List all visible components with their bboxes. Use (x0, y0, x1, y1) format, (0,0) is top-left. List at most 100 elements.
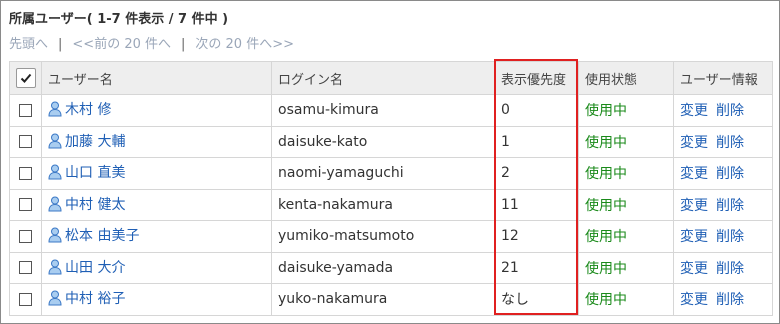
delete-link[interactable]: 削除 (716, 292, 744, 308)
row-checkbox-cell (9, 251, 42, 284)
row-checkbox-cell (9, 188, 42, 221)
user-name-link[interactable]: 加藤 大輔 (48, 131, 125, 151)
column-header-display-priority[interactable]: 表示優先度 (494, 61, 579, 95)
delete-link[interactable]: 削除 (716, 103, 744, 119)
delete-link[interactable]: 削除 (716, 166, 744, 182)
table-body: 木村 修 osamu-kimura 0 使用中 変更 削除 加藤 大輔 daisu… (9, 94, 773, 316)
column-header-user-name[interactable]: ユーザー名 (41, 61, 272, 95)
edit-link[interactable]: 変更 (680, 166, 708, 182)
user-info-actions-cell: 変更 削除 (673, 157, 773, 190)
user-icon (48, 259, 62, 275)
user-name-text: 加藤 大輔 (65, 133, 126, 150)
select-all-cell (9, 61, 42, 95)
edit-link[interactable]: 変更 (680, 261, 708, 277)
delete-link[interactable]: 削除 (716, 135, 744, 151)
delete-link[interactable]: 削除 (716, 198, 744, 214)
user-info-actions-cell: 変更 削除 (673, 220, 773, 253)
display-priority-cell: 2 (494, 157, 579, 190)
pager-divider: | (58, 37, 63, 52)
login-name-cell: osamu-kimura (271, 94, 495, 127)
status-cell: 使用中 (578, 94, 674, 127)
user-name-link[interactable]: 中村 健太 (48, 194, 125, 214)
row-checkbox-cell (9, 94, 42, 127)
status-cell: 使用中 (578, 125, 674, 158)
login-name-cell: yuko-nakamura (271, 283, 495, 316)
user-name-cell: 松本 由美子 (41, 220, 272, 253)
user-name-link[interactable]: 山口 直美 (48, 162, 125, 182)
user-icon (48, 101, 62, 117)
user-name-cell: 山田 大介 (41, 251, 272, 284)
user-info-actions-cell: 変更 削除 (673, 188, 773, 221)
row-checkbox[interactable] (19, 292, 32, 306)
user-icon (48, 196, 62, 212)
table-header-row: ユーザー名 ログイン名 表示優先度 使用状態 ユーザー情報 (9, 61, 773, 95)
user-name-text: 中村 健太 (65, 196, 126, 213)
table-row: 木村 修 osamu-kimura 0 使用中 変更 削除 (9, 94, 773, 127)
edit-link[interactable]: 変更 (680, 198, 708, 214)
user-icon (48, 227, 62, 243)
column-header-login-name[interactable]: ログイン名 (271, 61, 495, 95)
edit-link[interactable]: 変更 (680, 135, 708, 151)
select-all-checkbox[interactable] (15, 68, 36, 88)
login-name-cell: naomi-yamaguchi (271, 157, 495, 190)
row-checkbox[interactable] (19, 229, 32, 243)
display-priority-cell: 12 (494, 220, 579, 253)
login-name-cell: yumiko-matsumoto (271, 220, 495, 253)
user-info-actions-cell: 変更 削除 (673, 283, 773, 316)
table-row: 中村 健太 kenta-nakamura 11 使用中 変更 削除 (9, 188, 773, 221)
user-name-text: 山口 直美 (65, 165, 126, 182)
row-checkbox-cell (9, 220, 42, 253)
status-cell: 使用中 (578, 251, 674, 284)
user-name-link[interactable]: 松本 由美子 (48, 225, 139, 245)
pager-divider: | (181, 37, 186, 52)
row-checkbox[interactable] (19, 261, 32, 275)
user-name-link[interactable]: 中村 裕子 (48, 288, 125, 308)
page-title: 所属ユーザー( 1-7 件表示 / 7 件中 ) (9, 12, 229, 27)
status-cell: 使用中 (578, 157, 674, 190)
edit-link[interactable]: 変更 (680, 103, 708, 119)
display-priority-cell: 1 (494, 125, 579, 158)
display-priority-cell: 11 (494, 188, 579, 221)
login-name-cell: kenta-nakamura (271, 188, 495, 221)
display-priority-cell: なし (494, 283, 579, 316)
table-row: 中村 裕子 yuko-nakamura なし 使用中 変更 削除 (9, 283, 773, 316)
user-name-cell: 中村 裕子 (41, 283, 272, 316)
table-row: 松本 由美子 yumiko-matsumoto 12 使用中 変更 削除 (9, 220, 773, 253)
user-icon (48, 290, 62, 306)
column-header-user-info: ユーザー情報 (673, 61, 773, 95)
delete-link[interactable]: 削除 (716, 261, 744, 277)
user-icon (48, 133, 62, 149)
status-cell: 使用中 (578, 283, 674, 316)
table-row: 山口 直美 naomi-yamaguchi 2 使用中 変更 削除 (9, 157, 773, 190)
user-name-link[interactable]: 山田 大介 (48, 257, 125, 277)
status-cell: 使用中 (578, 220, 674, 253)
edit-link[interactable]: 変更 (680, 292, 708, 308)
user-name-text: 木村 修 (65, 102, 112, 119)
table-row: 山田 大介 daisuke-yamada 21 使用中 変更 削除 (9, 251, 773, 284)
edit-link[interactable]: 変更 (680, 229, 708, 245)
row-checkbox[interactable] (19, 135, 32, 149)
table-row: 加藤 大輔 daisuke-kato 1 使用中 変更 削除 (9, 125, 773, 158)
row-checkbox[interactable] (19, 198, 32, 212)
row-checkbox[interactable] (19, 166, 32, 180)
user-name-text: 山田 大介 (65, 259, 126, 276)
user-name-cell: 山口 直美 (41, 157, 272, 190)
user-name-text: 中村 裕子 (65, 291, 126, 308)
user-name-text: 松本 由美子 (65, 228, 140, 245)
next-page-link[interactable]: 次の 20 件へ>> (195, 37, 294, 52)
display-priority-cell: 0 (494, 94, 579, 127)
user-name-cell: 加藤 大輔 (41, 125, 272, 158)
user-name-link[interactable]: 木村 修 (48, 99, 111, 119)
delete-link[interactable]: 削除 (716, 229, 744, 245)
user-table: ユーザー名 ログイン名 表示優先度 使用状態 ユーザー情報 木村 修 osamu… (9, 61, 773, 316)
user-name-cell: 中村 健太 (41, 188, 272, 221)
login-name-cell: daisuke-kato (271, 125, 495, 158)
row-checkbox[interactable] (19, 103, 32, 117)
user-info-actions-cell: 変更 削除 (673, 125, 773, 158)
display-priority-cell: 21 (494, 251, 579, 284)
prev-page-link[interactable]: <<前の 20 件へ (72, 37, 171, 52)
column-header-status[interactable]: 使用状態 (578, 61, 674, 95)
user-icon (48, 164, 62, 180)
first-page-link[interactable]: 先頭へ (9, 37, 48, 52)
row-checkbox-cell (9, 283, 42, 316)
